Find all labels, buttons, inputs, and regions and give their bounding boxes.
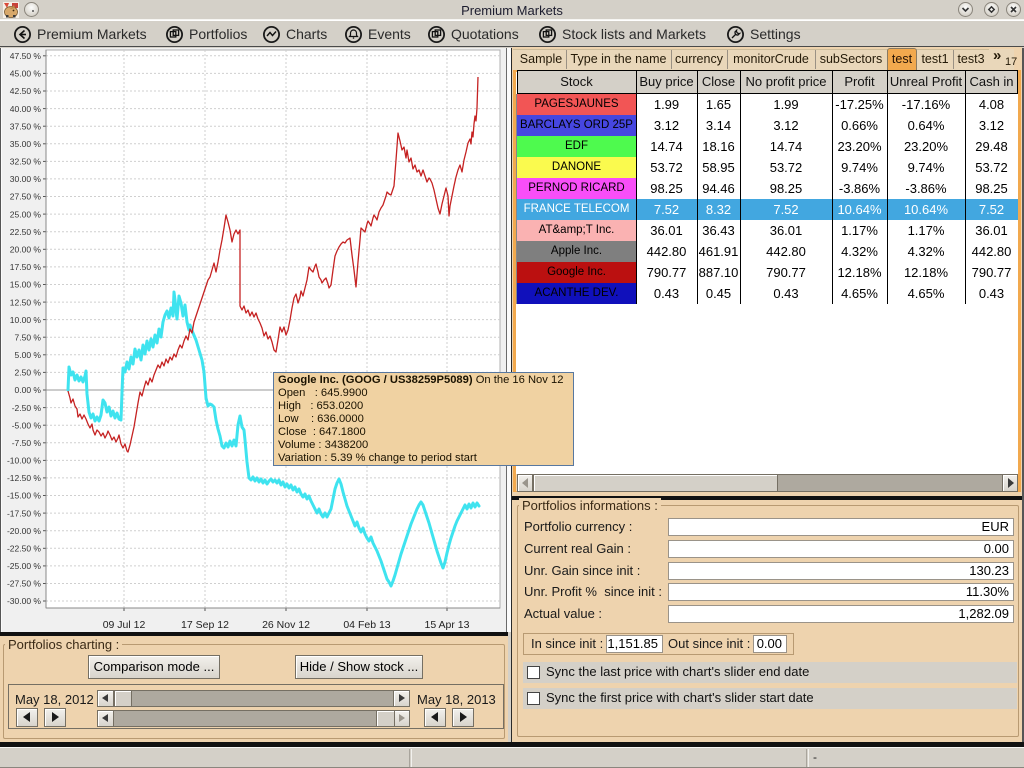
svg-text:-17.50 %: -17.50 % — [7, 508, 41, 518]
svg-text:09 Jul 12: 09 Jul 12 — [103, 619, 146, 631]
svg-text:47.50 %: 47.50 % — [10, 51, 42, 61]
svg-text:27.50 %: 27.50 % — [10, 192, 42, 202]
svg-text:-2.50 %: -2.50 % — [12, 403, 42, 413]
svg-text:26 Nov 12: 26 Nov 12 — [262, 619, 310, 631]
svg-text:2.50 %: 2.50 % — [15, 368, 42, 378]
svg-text:17.50 %: 17.50 % — [10, 262, 42, 272]
svg-text:-25.00 %: -25.00 % — [7, 561, 41, 571]
svg-text:04 Feb 13: 04 Feb 13 — [343, 619, 390, 631]
svg-text:-22.50 %: -22.50 % — [7, 544, 41, 554]
svg-text:17 Sep 12: 17 Sep 12 — [181, 619, 229, 631]
svg-text:-7.50 %: -7.50 % — [12, 438, 42, 448]
svg-text:15 Apr 13: 15 Apr 13 — [425, 619, 470, 631]
svg-text:-5.00 %: -5.00 % — [12, 420, 42, 430]
svg-text:7.50 %: 7.50 % — [15, 332, 42, 342]
svg-text:30.00 %: 30.00 % — [10, 174, 42, 184]
svg-text:15.00 %: 15.00 % — [10, 280, 42, 290]
svg-text:37.50 %: 37.50 % — [10, 121, 42, 131]
svg-text:-27.50 %: -27.50 % — [7, 579, 41, 589]
svg-text:-10.00 %: -10.00 % — [7, 456, 41, 466]
svg-text:0.00 %: 0.00 % — [15, 385, 42, 395]
svg-text:-12.50 %: -12.50 % — [7, 473, 41, 483]
svg-text:20.00 %: 20.00 % — [10, 245, 42, 255]
svg-text:22.50 %: 22.50 % — [10, 227, 42, 237]
svg-text:40.00 %: 40.00 % — [10, 104, 42, 114]
svg-text:5.00 %: 5.00 % — [15, 350, 42, 360]
svg-text:10.00 %: 10.00 % — [10, 315, 42, 325]
svg-text:-30.00 %: -30.00 % — [7, 596, 41, 606]
svg-text:12.50 %: 12.50 % — [10, 297, 42, 307]
svg-text:35.00 %: 35.00 % — [10, 139, 42, 149]
svg-text:25.00 %: 25.00 % — [10, 209, 42, 219]
svg-text:45.00 %: 45.00 % — [10, 69, 42, 79]
svg-text:32.50 %: 32.50 % — [10, 157, 42, 167]
svg-text:-15.00 %: -15.00 % — [7, 491, 41, 501]
svg-text:42.50 %: 42.50 % — [10, 86, 42, 96]
svg-text:-20.00 %: -20.00 % — [7, 526, 41, 536]
